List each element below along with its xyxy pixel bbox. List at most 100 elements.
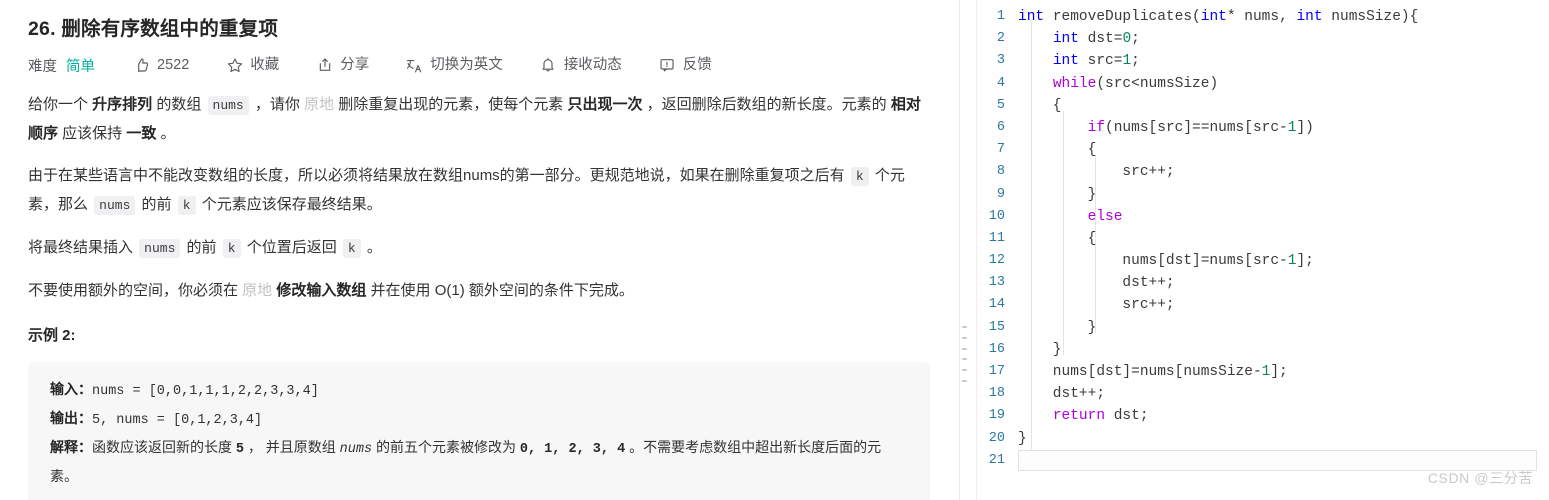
- code-line[interactable]: 6 if(nums[src]==nums[src-1]): [976, 117, 1549, 139]
- code-line-number: 21: [988, 452, 1005, 468]
- code-token: (src<numsSize): [1096, 75, 1219, 92]
- code-line[interactable]: 18 dst++;: [976, 383, 1549, 405]
- p1-dim-1: 原地: [304, 96, 335, 113]
- code-line-text[interactable]: while(src<numsSize): [1018, 73, 1549, 95]
- code-line[interactable]: 15 }: [976, 317, 1549, 339]
- description-paragraph-3: 将最终结果插入 nums 的前 k 个位置后返回 k 。: [28, 234, 930, 263]
- favorite-button[interactable]: 收藏: [226, 56, 279, 74]
- code-line-text[interactable]: {: [1018, 95, 1549, 117]
- grip-dot: [962, 358, 967, 361]
- code-line[interactable]: 17 nums[dst]=nums[numsSize-1];: [976, 361, 1549, 383]
- feedback-button[interactable]: 反馈: [659, 56, 712, 74]
- code-token: return: [1052, 408, 1106, 425]
- share-button[interactable]: 分享: [316, 56, 369, 74]
- code-line-number: 16: [988, 341, 1005, 357]
- code-line-text[interactable]: int src=1;: [1018, 50, 1549, 72]
- code-line[interactable]: 13 dst++;: [976, 272, 1549, 294]
- code-token: dst++;: [1018, 275, 1175, 292]
- code-line-number: 6: [996, 119, 1005, 135]
- code-line-text[interactable]: }: [1018, 317, 1549, 339]
- code-token: ;: [1131, 31, 1140, 48]
- code-line-number: 17: [988, 364, 1005, 379]
- code-line-text[interactable]: }: [1018, 428, 1549, 450]
- translate-button[interactable]: 切换为英文: [406, 56, 503, 74]
- explain-text-3: 的前五个元素被修改为: [372, 439, 520, 455]
- code-lines-container[interactable]: 1 int removeDuplicates(int* nums, int num…: [976, 6, 1549, 472]
- example-box: 输入：nums = [0,0,1,1,1,2,2,3,3,4] 输出：5, nu…: [28, 362, 930, 500]
- code-line[interactable]: 16 }: [976, 339, 1549, 361]
- code-line[interactable]: 12 nums[dst]=nums[src-1];: [976, 250, 1549, 272]
- code-line-text[interactable]: dst++;: [1018, 383, 1549, 405]
- example-output-line: 输出：5, nums = [0,1,2,3,4]: [50, 405, 908, 434]
- p3-text-3: 个位置后返回: [242, 239, 341, 256]
- code-line-text[interactable]: nums[dst]=nums[src-1];: [1018, 250, 1549, 272]
- code-token: ]): [1296, 119, 1314, 136]
- code-line[interactable]: 4 while(src<numsSize): [976, 73, 1549, 95]
- p2-code-nums: nums: [94, 196, 136, 215]
- code-line-text[interactable]: nums[dst]=nums[numsSize-1];: [1018, 361, 1549, 383]
- code-line[interactable]: 5 {: [976, 95, 1549, 117]
- p4-text-1: 不要使用额外的空间，你必须在: [28, 282, 243, 299]
- description-paragraph-4: 不要使用额外的空间，你必须在 原地 修改输入数组 并在使用 O(1) 额外空间的…: [28, 277, 930, 305]
- code-line[interactable]: 14 src++;: [976, 294, 1549, 316]
- code-line[interactable]: 20}: [976, 428, 1549, 450]
- code-token: }: [1018, 186, 1097, 203]
- explain-text-1: 函数应该返回新的长度: [92, 439, 236, 455]
- code-token: src=: [1078, 53, 1123, 70]
- code-line[interactable]: 7 {: [976, 139, 1549, 161]
- code-line-text[interactable]: src++;: [1018, 294, 1549, 316]
- divider-rail: [959, 0, 960, 500]
- code-line-text[interactable]: int removeDuplicates(int* nums, int nums…: [1018, 6, 1549, 28]
- code-line[interactable]: 11 {: [976, 228, 1549, 250]
- like-button[interactable]: 2522: [133, 56, 189, 74]
- subscribe-button[interactable]: 接收动态: [540, 56, 622, 74]
- code-line[interactable]: 2 int dst=0;: [976, 28, 1549, 50]
- page-root: 26. 删除有序数组中的重复项 难度 简单 2522 收藏 分享 切换为英文 接…: [0, 0, 1549, 500]
- code-token: if: [1087, 119, 1106, 136]
- like-count: 2522: [157, 57, 190, 73]
- favorite-label: 收藏: [250, 57, 280, 73]
- p1-text-3: ，请你: [250, 96, 305, 113]
- code-line-text[interactable]: int dst=0;: [1018, 28, 1549, 50]
- code-editor-panel[interactable]: 1 int removeDuplicates(int* nums, int num…: [976, 0, 1549, 500]
- code-line-text[interactable]: return dst;: [1018, 405, 1549, 427]
- code-line-text[interactable]: }: [1018, 184, 1549, 206]
- code-line-text[interactable]: src++;: [1018, 161, 1549, 183]
- code-line-text[interactable]: {: [1018, 139, 1549, 161]
- problem-content: 给你一个 升序排列 的数组 nums ，请你 原地 删除重复出现的元素，使每个元…: [28, 91, 930, 500]
- code-line-text[interactable]: {: [1018, 228, 1549, 250]
- explain-value-nums: nums: [339, 442, 373, 457]
- code-token: while: [1052, 75, 1097, 92]
- code-line[interactable]: 9 }: [976, 184, 1549, 206]
- panel-divider[interactable]: [952, 0, 976, 500]
- code-token: dst;: [1105, 408, 1149, 425]
- example-explain-key: 解释：: [50, 439, 92, 455]
- divider-drag-handle[interactable]: [961, 326, 968, 382]
- problem-description-panel: 26. 删除有序数组中的重复项 难度 简单 2522 收藏 分享 切换为英文 接…: [0, 0, 952, 500]
- p3-code-nums: nums: [139, 239, 181, 258]
- code-line[interactable]: 10 else: [976, 206, 1549, 228]
- code-line-text[interactable]: else: [1018, 206, 1549, 228]
- explain-value-1: 5: [235, 442, 244, 457]
- code-line[interactable]: 1 int removeDuplicates(int* nums, int num…: [976, 6, 1549, 28]
- code-line[interactable]: 8 src++;: [976, 161, 1549, 183]
- code-line-number: 11: [988, 230, 1005, 246]
- code-line[interactable]: 3 int src=1;: [976, 50, 1549, 72]
- p1-text-4: 删除重复出现的元素，使每个元素: [334, 96, 568, 113]
- code-token: numsSize){: [1322, 9, 1419, 25]
- example-heading: 示例 2:: [28, 327, 76, 344]
- p2-text-1: 由于在某些语言中不能改变数组的长度，所以必须将结果放在数组nums的第一部分。更…: [28, 167, 849, 184]
- code-line-number: 12: [988, 253, 1005, 269]
- p1-text-6: 应该保持: [58, 125, 127, 142]
- example-input-key: 输入：: [50, 381, 92, 397]
- code-line-number: 19: [988, 408, 1005, 424]
- problem-meta-toolbar: 难度 简单 2522 收藏 分享 切换为英文 接收动态 反馈: [28, 53, 930, 77]
- code-line-text[interactable]: if(nums[src]==nums[src-1]): [1018, 117, 1549, 139]
- code-line-text[interactable]: dst++;: [1018, 272, 1549, 294]
- code-line[interactable]: 19 return dst;: [976, 405, 1549, 427]
- code-line-text[interactable]: }: [1018, 339, 1549, 361]
